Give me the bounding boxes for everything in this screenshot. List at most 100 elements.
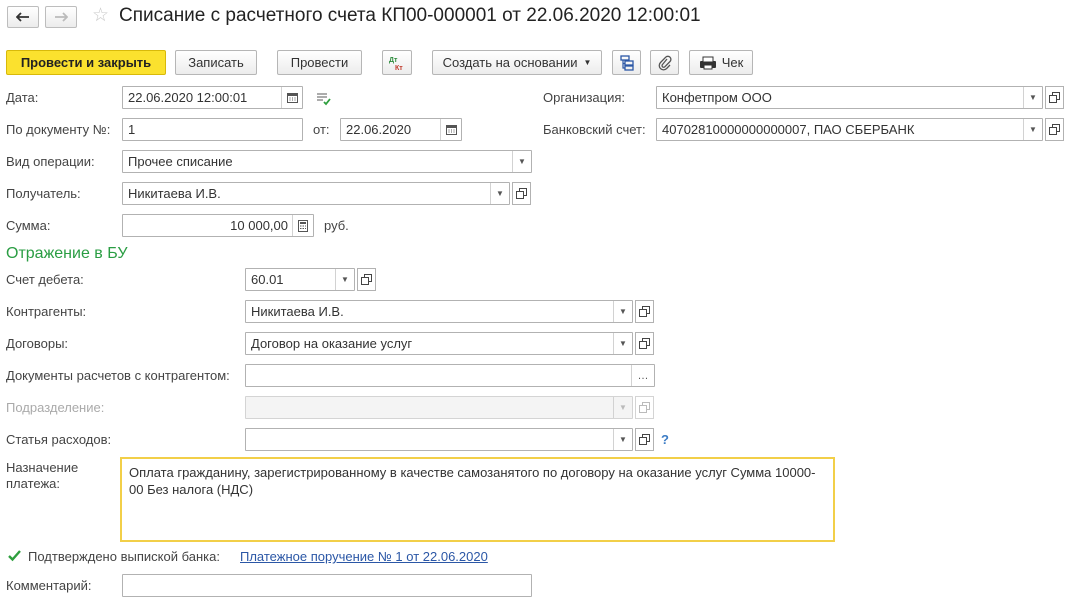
debit-credit-button[interactable]: Дт Кт (382, 50, 412, 75)
open-counterparty-button[interactable] (635, 300, 654, 323)
receipt-button[interactable]: Чек (689, 50, 753, 75)
operation-label: Вид операции: (6, 154, 95, 169)
svg-text:Кт: Кт (395, 65, 403, 71)
structure-button[interactable] (612, 50, 641, 75)
page-title: Списание с расчетного счета КП00-000001 … (119, 5, 701, 26)
doc-number-value: 1 (128, 122, 136, 137)
debit-credit-icon: Дт Кт (389, 57, 403, 71)
back-button[interactable] (7, 6, 39, 28)
expense-item-field[interactable]: ▼ (245, 428, 633, 451)
open-bank-account-button[interactable] (1045, 118, 1064, 141)
organization-label: Организация: (543, 90, 626, 105)
printer-icon (699, 56, 716, 69)
post-button[interactable]: Провести (277, 50, 362, 75)
expense-item-label: Статья расходов: (6, 432, 112, 447)
chevron-down-icon: ▼ (583, 58, 592, 67)
structure-icon (619, 54, 634, 71)
recipient-field[interactable]: Никитаева И.В. ▼ (122, 182, 510, 205)
attach-button[interactable] (650, 50, 679, 75)
help-icon[interactable]: ? (661, 432, 669, 447)
save-button[interactable]: Записать (175, 50, 257, 75)
debit-account-label: Счет дебета: (6, 272, 84, 287)
organization-value: Конфетпром ООО (662, 90, 772, 105)
counterparty-label: Контрагенты: (6, 304, 87, 319)
counterparty-field[interactable]: Никитаева И.В. ▼ (245, 300, 633, 323)
debit-account-value: 60.01 (251, 272, 284, 287)
bank-account-field[interactable]: 40702810000000000007, ПАО СБЕРБАНК ▼ (656, 118, 1043, 141)
open-form-icon (639, 402, 650, 413)
open-form-icon (1049, 92, 1060, 103)
recipient-label: Получатель: (6, 186, 81, 201)
chevron-down-icon[interactable]: ▼ (1023, 87, 1042, 108)
payment-purpose-label: Назначение платежа: (6, 460, 79, 491)
create-based-on-label: Создать на основании (442, 55, 578, 70)
payment-order-link[interactable]: Платежное поручение № 1 от 22.06.2020 (240, 549, 488, 564)
organization-field[interactable]: Конфетпром ООО ▼ (656, 86, 1043, 109)
from-date-field[interactable]: 22.06.2020 (340, 118, 462, 141)
from-label: от: (313, 122, 330, 137)
calendar-button[interactable] (440, 119, 461, 140)
open-recipient-button[interactable] (512, 182, 531, 205)
chevron-down-icon[interactable]: ▼ (613, 301, 632, 322)
chevron-down-icon[interactable]: ▼ (490, 183, 509, 204)
doc-number-field[interactable]: 1 (122, 118, 303, 141)
open-contract-button[interactable] (635, 332, 654, 355)
contract-field[interactable]: Договор на оказание услуг ▼ (245, 332, 633, 355)
favorite-star-icon[interactable]: ☆ (92, 4, 109, 27)
post-and-close-button[interactable]: Провести и закрыть (6, 50, 166, 75)
chevron-down-icon: ▼ (613, 397, 632, 418)
division-label: Подразделение: (6, 400, 105, 415)
comment-field[interactable] (122, 574, 532, 597)
chevron-down-icon[interactable]: ▼ (613, 429, 632, 450)
paperclip-icon (658, 55, 672, 71)
open-form-icon (639, 306, 650, 317)
sum-label: Сумма: (6, 218, 51, 233)
calendar-button[interactable] (281, 87, 302, 108)
forward-button[interactable] (45, 6, 77, 28)
document-check-icon[interactable] (316, 92, 332, 106)
calendar-icon (286, 93, 298, 103)
checkmark-icon (8, 550, 21, 562)
settlement-docs-field[interactable]: … (245, 364, 655, 387)
ellipsis-icon[interactable]: … (631, 365, 654, 386)
sum-field[interactable]: 10 000,00 (122, 214, 314, 237)
date-value: 22.06.2020 12:00:01 (128, 90, 248, 105)
sum-value: 10 000,00 (230, 218, 288, 233)
date-label: Дата: (6, 90, 39, 105)
open-form-icon (1049, 124, 1060, 135)
svg-text:Дт: Дт (389, 57, 398, 64)
open-form-icon (361, 274, 372, 285)
doc-number-label: По документу №: (6, 122, 111, 137)
operation-field[interactable]: Прочее списание ▼ (122, 150, 532, 173)
date-field[interactable]: 22.06.2020 12:00:01 (122, 86, 303, 109)
recipient-value: Никитаева И.В. (128, 186, 221, 201)
arrow-right-icon (55, 12, 68, 22)
open-form-icon (639, 434, 650, 445)
comment-label: Комментарий: (6, 578, 92, 593)
contract-label: Договоры: (6, 336, 69, 351)
calendar-icon (445, 125, 457, 135)
open-organization-button[interactable] (1045, 86, 1064, 109)
open-form-icon (639, 338, 650, 349)
settlement-docs-label: Документы расчетов с контрагентом: (6, 368, 230, 383)
confirmed-label: Подтверждено выпиской банка: (28, 549, 220, 564)
receipt-label: Чек (721, 55, 744, 70)
open-expense-item-button[interactable] (635, 428, 654, 451)
debit-account-field[interactable]: 60.01 ▼ (245, 268, 355, 291)
create-based-on-button[interactable]: Создать на основании ▼ (432, 50, 602, 75)
arrow-left-icon (16, 12, 29, 22)
bank-account-value: 40702810000000000007, ПАО СБЕРБАНК (662, 122, 915, 137)
payment-purpose-textarea[interactable]: Оплата гражданину, зарегистрированному в… (120, 457, 835, 542)
chevron-down-icon[interactable]: ▼ (1023, 119, 1042, 140)
section-title-bu: Отражение в БУ (6, 245, 128, 262)
from-date-value: 22.06.2020 (346, 122, 412, 137)
operation-value: Прочее списание (128, 154, 233, 169)
chevron-down-icon[interactable]: ▼ (335, 269, 354, 290)
chevron-down-icon[interactable]: ▼ (512, 151, 531, 172)
confirmed-checkbox[interactable] (7, 548, 22, 563)
contract-value: Договор на оказание услуг (251, 336, 413, 351)
calculator-icon (298, 219, 308, 232)
calculator-button[interactable] (292, 215, 313, 236)
open-debit-account-button[interactable] (357, 268, 376, 291)
chevron-down-icon[interactable]: ▼ (613, 333, 632, 354)
